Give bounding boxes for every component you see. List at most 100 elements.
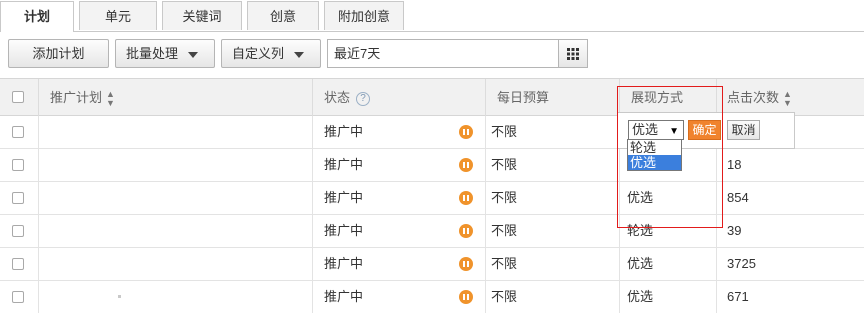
column-divider [38,281,39,313]
display-mode-options: 轮选 优选 [627,139,682,171]
toolbar: 添加计划 批量处理 自定义列 最近7天 [0,31,864,75]
select-all-checkbox[interactable] [12,91,24,103]
column-divider [38,248,39,280]
status-text: 推广中 [324,190,364,205]
row-checkbox[interactable] [12,126,24,138]
clicks-value: 18 [727,157,742,172]
status-text: 推广中 [324,157,364,172]
custom-columns-label: 自定义列 [232,46,285,61]
clicks-value: 3725 [727,256,756,271]
row-checkbox[interactable] [12,159,24,171]
tab-creative[interactable]: 创意 [247,1,319,30]
column-divider [312,248,313,280]
tab-unit[interactable]: 单元 [79,1,157,30]
date-range-input[interactable]: 最近7天 [327,39,559,68]
column-divider [312,281,313,313]
display-mode-select-value: 优选 [632,122,659,137]
pause-icon[interactable] [459,158,473,172]
display-mode-value[interactable]: 轮选 [627,215,653,247]
column-header-status-label: 状态 [324,90,351,105]
confirm-button[interactable]: 确定 [688,120,721,140]
budget-text[interactable]: 不限 [491,215,517,247]
sort-icon: ▲ ▼ [106,88,115,108]
column-header-status: 状态? [324,79,371,116]
pause-icon[interactable] [459,257,473,271]
column-divider [485,182,486,214]
option-optimize[interactable]: 优选 [628,155,681,170]
option-rotate[interactable]: 轮选 [628,140,681,155]
column-divider [716,281,717,313]
column-divider [38,149,39,181]
column-divider [312,116,313,148]
row-checkbox[interactable] [12,291,24,303]
column-divider [485,116,486,148]
column-divider [312,79,313,116]
column-divider [619,248,620,280]
clicks-value: 671 [727,289,749,304]
display-mode-value[interactable]: 优选 [627,281,653,313]
row-checkbox[interactable] [12,192,24,204]
column-divider [716,149,717,181]
status-text: 推广中 [324,223,364,238]
tab-keywords[interactable]: 关键词 [162,1,242,30]
redacted-mark [118,295,121,298]
budget-text[interactable]: 不限 [491,182,517,214]
column-divider [716,248,717,280]
cancel-button[interactable]: 取消 [727,120,760,140]
table-row: 推广中 不限 优选 854 [0,182,864,215]
table-header: 推广计划 ▲ ▼ 状态? 每日预算 展现方式 点击次数 ▲ ▼ [0,78,864,116]
row-checkbox[interactable] [12,258,24,270]
display-mode-value[interactable]: 优选 [627,248,653,280]
column-header-clicks[interactable]: 点击次数 ▲ ▼ [727,79,792,116]
budget-text[interactable]: 不限 [491,248,517,280]
batch-process-button[interactable]: 批量处理 [115,39,215,68]
column-divider [485,281,486,313]
tab-bar: 计划 单元 关键词 创意 附加创意 [0,0,864,32]
custom-columns-button[interactable]: 自定义列 [221,39,321,68]
pause-icon[interactable] [459,125,473,139]
column-divider [619,281,620,313]
chevron-down-icon [188,51,199,58]
column-divider [716,215,717,247]
column-divider [312,182,313,214]
help-icon[interactable]: ? [356,91,371,106]
column-divider [619,215,620,247]
budget-text[interactable]: 不限 [491,116,517,148]
add-plan-button[interactable]: 添加计划 [8,39,109,68]
pause-icon[interactable] [459,224,473,238]
column-divider [619,149,620,181]
clicks-value: 854 [727,190,749,205]
budget-text[interactable]: 不限 [491,281,517,313]
sort-icon: ▲ ▼ [783,88,792,108]
column-divider [38,182,39,214]
column-divider [38,215,39,247]
clicks-value: 39 [727,223,742,238]
column-divider [716,79,717,116]
display-mode-select[interactable]: 优选 ▼ [628,120,684,140]
status-text: 推广中 [324,124,364,139]
column-divider [485,149,486,181]
column-divider [312,215,313,247]
column-header-display: 展现方式 [631,90,684,105]
pause-icon[interactable] [459,191,473,205]
display-mode-value[interactable]: 优选 [627,182,653,214]
column-divider [485,79,486,116]
column-header-plan[interactable]: 推广计划 ▲ ▼ [50,79,115,116]
column-divider [485,248,486,280]
status-text: 推广中 [324,256,364,271]
column-divider [619,79,620,116]
column-header-budget: 每日预算 [497,90,550,105]
column-divider [619,182,620,214]
budget-text[interactable]: 不限 [491,149,517,181]
row-checkbox[interactable] [12,225,24,237]
tab-plan[interactable]: 计划 [0,1,74,32]
calendar-button[interactable] [559,39,588,68]
column-divider [38,116,39,148]
table-row: 推广中 不限 优选 671 [0,281,864,313]
column-divider [716,182,717,214]
table-row: 推广中 不限 优选 3725 [0,248,864,281]
tab-extra-creative[interactable]: 附加创意 [324,1,404,30]
table-row: 推广中 不限 18 [0,149,864,182]
batch-process-label: 批量处理 [126,46,179,61]
pause-icon[interactable] [459,290,473,304]
